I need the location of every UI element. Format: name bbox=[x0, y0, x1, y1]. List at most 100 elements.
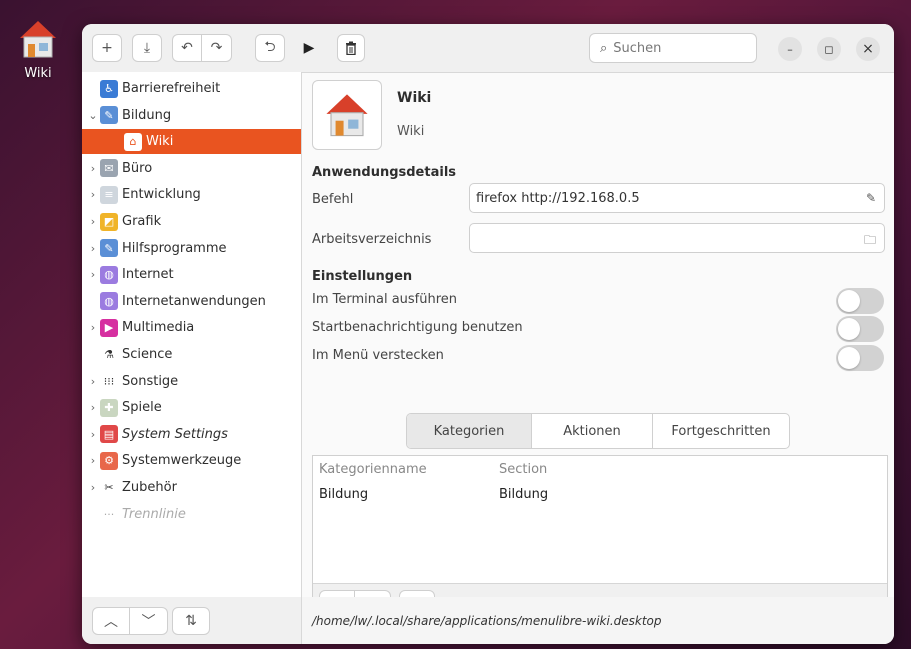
internet-globe-icon: ◍ bbox=[100, 265, 118, 284]
sidebar-item-internet[interactable]: › ◍ Internet bbox=[82, 262, 301, 287]
workdir-field[interactable]: 🗀 bbox=[469, 223, 885, 253]
settings-section-title: Einstellungen bbox=[312, 269, 413, 284]
sidebar-item-science[interactable]: ⚗ Science bbox=[82, 342, 301, 367]
command-field[interactable]: firefox http://192.168.0.5 ✎ bbox=[469, 183, 885, 213]
workdir-label: Arbeitsverzeichnis bbox=[312, 232, 432, 247]
hide-label: Im Menü verstecken bbox=[312, 348, 444, 363]
other-grid-icon: ⁝⁝⁝ bbox=[100, 372, 118, 391]
accessibility-icon: ♿ bbox=[100, 79, 118, 98]
expander-icon[interactable]: › bbox=[86, 321, 100, 334]
utilities-icon: ✎ bbox=[100, 239, 118, 258]
sidebar-item-grafik[interactable]: › ◩ Grafik bbox=[82, 209, 301, 234]
move-down-button[interactable]: ﹀ bbox=[130, 607, 168, 635]
house-icon bbox=[20, 21, 56, 58]
close-button[interactable]: × bbox=[856, 37, 880, 61]
system-tools-icon: ⚙ bbox=[100, 451, 118, 470]
sidebar-item-multimedia[interactable]: › ▶ Multimedia bbox=[82, 315, 301, 340]
hide-in-menu-toggle[interactable] bbox=[836, 345, 884, 371]
expander-icon[interactable]: › bbox=[86, 454, 100, 467]
search-input[interactable]: ⌕ Suchen bbox=[589, 33, 757, 63]
multimedia-icon: ▶ bbox=[100, 318, 118, 337]
sidebar-item-spiele[interactable]: › ✚ Spiele bbox=[82, 395, 301, 420]
sidebar-item-bildung[interactable]: ⌄ ✎ Bildung bbox=[82, 103, 301, 128]
command-value: firefox http://192.168.0.5 bbox=[476, 190, 640, 206]
expander-icon[interactable]: › bbox=[86, 242, 100, 255]
edit-pencil-icon[interactable]: ✎ bbox=[866, 191, 876, 205]
minimize-button[interactable]: – bbox=[778, 37, 802, 61]
trash-icon bbox=[346, 41, 356, 55]
table-cell-section[interactable]: Bildung bbox=[499, 487, 548, 502]
app-name[interactable]: Wiki bbox=[397, 90, 431, 106]
house-icon bbox=[326, 94, 368, 137]
revert-button[interactable]: ⮌ bbox=[255, 34, 285, 62]
sidebar-item-hilfsprogramme[interactable]: › ✎ Hilfsprogramme bbox=[82, 236, 301, 261]
expander-icon[interactable]: › bbox=[86, 215, 100, 228]
sidebar-item-trennlinie[interactable]: ··· Trennlinie bbox=[82, 502, 301, 527]
table-cell-category[interactable]: Bildung bbox=[319, 487, 368, 502]
sidebar-item-label: Systemwerkzeuge bbox=[122, 453, 242, 469]
sidebar-item-wiki[interactable]: ⌂ Wiki bbox=[82, 129, 301, 155]
tab-categories[interactable]: Kategorien bbox=[407, 414, 532, 448]
system-settings-icon: ▤ bbox=[100, 425, 118, 444]
file-path-status: /home/lw/.local/share/applications/menul… bbox=[302, 597, 894, 644]
terminal-label: Im Terminal ausführen bbox=[312, 292, 458, 307]
startup-notify-toggle[interactable] bbox=[836, 316, 884, 342]
tab-actions[interactable]: Aktionen bbox=[532, 414, 653, 448]
sidebar-item-barrierefreiheit[interactable]: ♿ Barrierefreiheit bbox=[82, 76, 301, 101]
expander-icon[interactable]: › bbox=[86, 188, 100, 201]
expander-icon[interactable]: › bbox=[86, 428, 100, 441]
redo-button[interactable]: ↷ bbox=[202, 34, 232, 62]
run-button[interactable]: ▶ bbox=[295, 34, 323, 62]
expander-icon[interactable]: ⌄ bbox=[86, 109, 100, 122]
sidebar-item-sonstige[interactable]: › ⁝⁝⁝ Sonstige bbox=[82, 369, 301, 394]
sidebar-toolbar: ︿ ﹀ ⇅ bbox=[82, 597, 302, 644]
sidebar-item-entwicklung[interactable]: › ≡ Entwicklung bbox=[82, 182, 301, 207]
sidebar-item-büro[interactable]: › ✉ Büro bbox=[82, 156, 301, 181]
toggle-knob bbox=[838, 290, 860, 312]
tab-advanced[interactable]: Fortgeschritten bbox=[653, 414, 789, 448]
desktop-icon-wiki[interactable]: Wiki bbox=[8, 18, 68, 81]
expander-icon[interactable]: › bbox=[86, 481, 100, 494]
games-icon: ✚ bbox=[100, 398, 118, 417]
graphics-icon: ◩ bbox=[100, 212, 118, 231]
maximize-button[interactable]: ◻ bbox=[817, 37, 841, 61]
save-button[interactable]: ⤓ bbox=[132, 34, 162, 62]
sidebar-item-zubehör[interactable]: › ✂ Zubehör bbox=[82, 475, 301, 500]
column-header-section[interactable]: Section bbox=[499, 462, 547, 477]
sidebar-item-label: Science bbox=[122, 347, 173, 362]
app-comment[interactable]: Wiki bbox=[397, 124, 424, 139]
education-icon: ✎ bbox=[100, 106, 118, 125]
sidebar-item-label: Spiele bbox=[122, 400, 162, 416]
sort-button[interactable]: ⇅ bbox=[172, 607, 210, 635]
sidebar-item-label: Internet bbox=[122, 267, 174, 283]
sidebar-item-system-settings[interactable]: › ▤ System Settings bbox=[82, 422, 301, 447]
expander-icon[interactable]: › bbox=[86, 401, 100, 414]
sidebar-item-systemwerkzeuge[interactable]: › ⚙ Systemwerkzeuge bbox=[82, 448, 301, 473]
folder-icon[interactable]: 🗀 bbox=[864, 231, 876, 252]
column-header-category[interactable]: Kategorienname bbox=[319, 462, 427, 477]
sidebar-item-label: Wiki bbox=[146, 134, 174, 150]
science-flask-icon: ⚗ bbox=[100, 345, 118, 364]
sidebar-item-label: Büro bbox=[122, 160, 153, 176]
menulibre-window: + ⤓ ↶ ↷ ⮌ ▶ ⌕ Suchen – ◻ × ♿ Barrierefrei… bbox=[82, 24, 894, 644]
expander-icon[interactable]: › bbox=[86, 268, 100, 281]
development-icon: ≡ bbox=[100, 185, 118, 204]
delete-button[interactable] bbox=[337, 34, 365, 62]
terminal-toggle[interactable] bbox=[836, 288, 884, 314]
wiki-house-icon: ⌂ bbox=[124, 132, 142, 151]
app-icon-button[interactable] bbox=[312, 80, 382, 150]
sidebar-item-label: Multimedia bbox=[122, 320, 195, 336]
toolbar: + ⤓ ↶ ↷ ⮌ ▶ ⌕ Suchen – ◻ × bbox=[82, 24, 894, 73]
expander-icon[interactable]: › bbox=[86, 162, 100, 175]
sidebar-item-label: Bildung bbox=[122, 107, 172, 123]
move-up-button[interactable]: ︿ bbox=[92, 607, 130, 635]
expander-icon[interactable]: › bbox=[86, 375, 100, 388]
sidebar-item-label: Zubehör bbox=[122, 480, 177, 495]
undo-button[interactable]: ↶ bbox=[172, 34, 202, 62]
sidebar-item-label: Entwicklung bbox=[122, 187, 201, 203]
office-icon: ✉ bbox=[100, 159, 118, 178]
sidebar-item-internetanwendungen[interactable]: ◍ Internetanwendungen bbox=[82, 289, 301, 314]
add-button[interactable]: + bbox=[92, 34, 122, 62]
search-placeholder: Suchen bbox=[613, 40, 662, 56]
sidebar-item-label: System Settings bbox=[122, 426, 228, 442]
